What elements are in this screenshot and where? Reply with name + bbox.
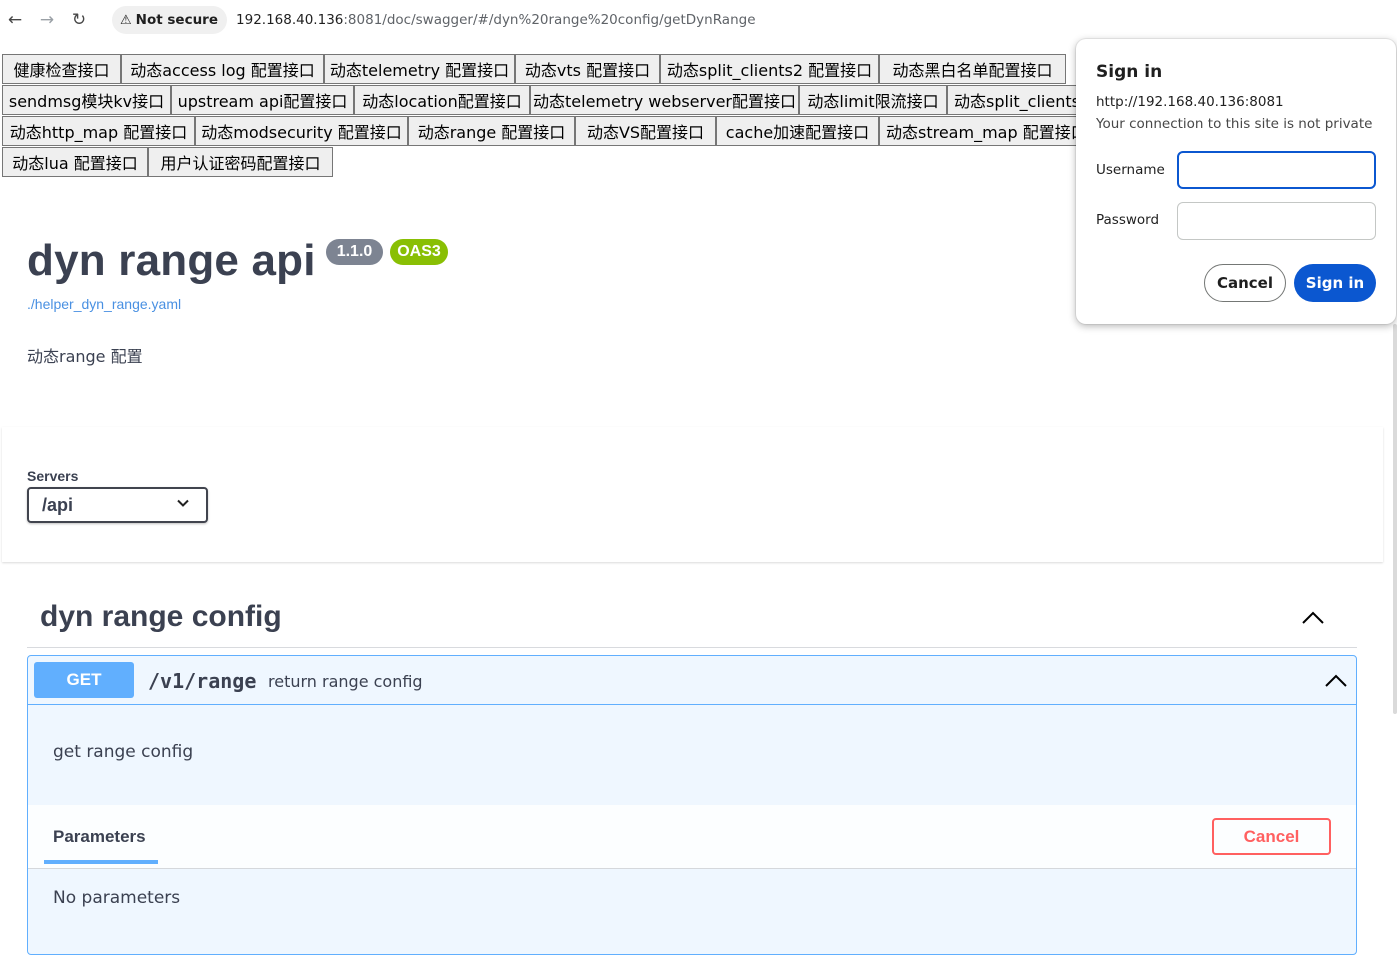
- nav-button[interactable]: 健康检查接口: [2, 54, 121, 84]
- scrollbar[interactable]: [1393, 324, 1397, 714]
- operation-summary-text: return range config: [268, 672, 423, 691]
- parameters-header: Parameters Cancel: [28, 805, 1356, 869]
- nav-button[interactable]: 动态vts 配置接口: [515, 54, 660, 84]
- nav-button[interactable]: 动态access log 配置接口: [121, 54, 324, 84]
- username-field[interactable]: [1177, 151, 1376, 189]
- sign-in-dialog: Sign in http://192.168.40.136:8081 Your …: [1076, 39, 1396, 324]
- no-parameters-text: No parameters: [53, 888, 181, 908]
- username-label: Username: [1096, 162, 1165, 178]
- servers-label: Servers: [27, 468, 79, 484]
- forward-icon[interactable]: →: [32, 5, 62, 35]
- nav-button[interactable]: cache加速配置接口: [716, 116, 879, 146]
- security-label: Not secure: [135, 12, 219, 28]
- nav-button[interactable]: 动态VS配置接口: [575, 116, 716, 146]
- nav-button[interactable]: 动态split_clients2 配置接口: [660, 54, 879, 84]
- nav-button[interactable]: 动态http_map 配置接口: [2, 116, 195, 146]
- oas-badge: OAS3: [390, 239, 448, 265]
- nav-button[interactable]: upstream api配置接口: [171, 85, 354, 115]
- operation-description: get range config: [53, 742, 194, 762]
- spec-link[interactable]: ./helper_dyn_range.yaml: [27, 296, 181, 312]
- url-path: :8081/doc/swagger/#/dyn%20range%20config…: [343, 12, 756, 28]
- operation-summary[interactable]: GET /v1/range return range config: [28, 656, 1356, 705]
- chevron-down-icon: [177, 499, 189, 507]
- nav-button[interactable]: 动态limit限流接口: [799, 85, 947, 115]
- tab-parameters[interactable]: Parameters: [53, 827, 146, 847]
- cancel-button[interactable]: Cancel: [1212, 818, 1331, 855]
- warning-icon: ⚠: [120, 12, 132, 28]
- address-bar[interactable]: ⚠ Not secure 192.168.40.136:8081/doc/swa…: [112, 5, 1392, 35]
- method-badge: GET: [34, 662, 134, 698]
- nav-button[interactable]: 动态range 配置接口: [408, 116, 575, 146]
- reload-icon[interactable]: ↻: [64, 5, 94, 35]
- api-title: dyn range api: [27, 236, 316, 285]
- tab-underline: [44, 860, 158, 864]
- nav-button[interactable]: 动态stream_map 配置接口: [879, 116, 1092, 146]
- nav-button[interactable]: sendmsg模块kv接口: [2, 85, 171, 115]
- nav-button[interactable]: 用户认证密码配置接口: [148, 147, 333, 177]
- browser-toolbar: ← → ↻ ⚠ Not secure 192.168.40.136:8081/d…: [0, 0, 1397, 40]
- dialog-warning: Your connection to this site is not priv…: [1096, 116, 1373, 132]
- dialog-title: Sign in: [1096, 62, 1163, 82]
- tag-header[interactable]: dyn range config: [27, 588, 1357, 648]
- nav-button[interactable]: 动态黑白名单配置接口: [879, 54, 1066, 84]
- dialog-cancel-button[interactable]: Cancel: [1204, 264, 1286, 302]
- servers-section: Servers /api: [2, 427, 1383, 562]
- api-description: 动态range 配置: [27, 347, 143, 366]
- password-field[interactable]: [1177, 202, 1376, 240]
- operation-block: GET /v1/range return range config get ra…: [27, 655, 1357, 955]
- servers-select[interactable]: /api: [27, 487, 208, 523]
- nav-button[interactable]: 动态split_clients: [947, 85, 1092, 115]
- nav-button[interactable]: 动态telemetry webserver配置接口: [530, 85, 799, 115]
- version-badge: 1.1.0: [326, 239, 383, 265]
- nav-button[interactable]: 动态lua 配置接口: [2, 147, 148, 177]
- dialog-origin: http://192.168.40.136:8081: [1096, 94, 1284, 110]
- servers-selected-value: /api: [42, 494, 74, 515]
- url-host: 192.168.40.136: [236, 12, 344, 28]
- nav-button[interactable]: 动态location配置接口: [354, 85, 530, 115]
- sign-in-button[interactable]: Sign in: [1294, 264, 1376, 302]
- password-label: Password: [1096, 212, 1160, 228]
- security-chip[interactable]: ⚠ Not secure: [112, 6, 228, 34]
- chevron-up-icon[interactable]: [1301, 606, 1325, 630]
- nav-button[interactable]: 动态modsecurity 配置接口: [195, 116, 408, 146]
- tag-title: dyn range config: [40, 600, 282, 633]
- operation-path: /v1/range: [148, 669, 257, 693]
- chevron-up-icon[interactable]: [1324, 669, 1348, 693]
- nav-button[interactable]: 动态telemetry 配置接口: [324, 54, 515, 84]
- back-icon[interactable]: ←: [0, 5, 30, 35]
